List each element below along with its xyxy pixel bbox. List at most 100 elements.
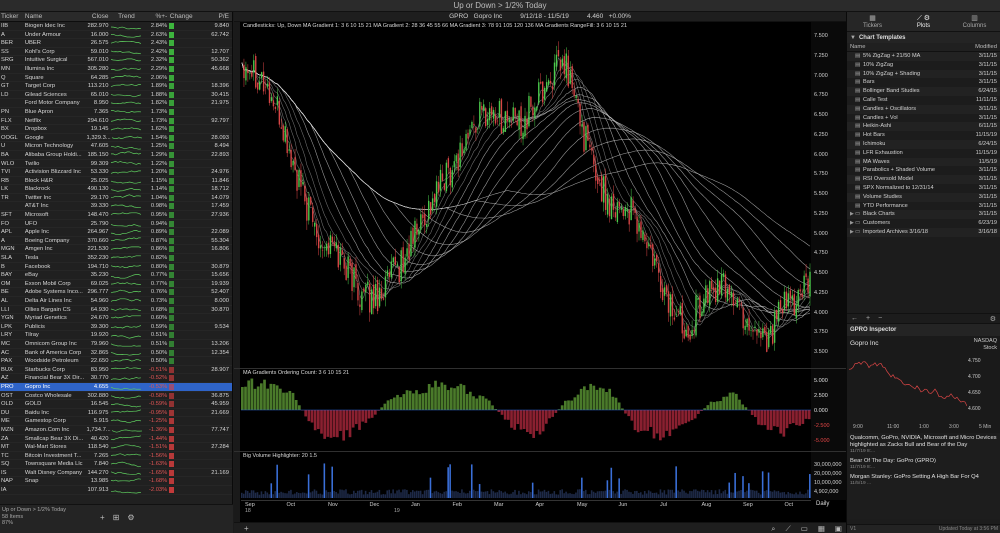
add-chart-icon[interactable]: + (244, 524, 249, 533)
watchlist-row[interactable]: ZA Smallcap Bear 3X Di... 40.420 -1.44% (0, 435, 232, 444)
watchlist-row[interactable]: BUX Starbucks Corp 83.950 -0.51% 28.907 (0, 366, 232, 375)
inspector-interval[interactable]: 5 Min (979, 424, 991, 430)
watchlist-row[interactable]: PRO Gopro Inc 4.655 -0.53% (0, 382, 232, 392)
ordering-pane[interactable]: MA Gradients Ordering Count: 3 6 10 15 2… (241, 369, 811, 451)
settings-icon[interactable]: ⊞ (113, 513, 120, 522)
watchlist-row[interactable]: LPK Publicis 39.300 0.59% 9.534 (0, 323, 232, 332)
watchlist-row[interactable]: SS Kohl's Corp 59.010 2.42% 12.707 (0, 48, 232, 57)
watchlist-row[interactable]: BX Dropbox 19.145 1.62% (0, 125, 232, 134)
watchlist-row[interactable]: OOGL Google 1,329.3... 1.54% 28.093 (0, 134, 232, 143)
watchlist-row[interactable]: BAY eBay 35.230 0.77% 15.656 (0, 271, 232, 280)
drawing-tool-icon[interactable]: ⟋ (785, 524, 790, 533)
template-item[interactable]: ▤ 10% ZigZag + Shading 3/11/15 (847, 69, 1000, 79)
template-item[interactable]: ▤ MA Waves 11/5/19 (847, 157, 1000, 167)
add-icon[interactable]: + (100, 513, 105, 522)
watchlist-row[interactable]: PAX Woodside Petroleum 22.650 0.50% (0, 357, 232, 366)
toggle-panel-icon[interactable]: ▣ (835, 524, 842, 533)
watchlist-row[interactable]: AC Bank of America Corp 32.865 0.50% 12.354 (0, 349, 232, 358)
template-item[interactable]: ▤ Bars 3/11/15 (847, 78, 1000, 87)
template-item[interactable]: ▤ Heikin-Ashi 6/11/15 (847, 122, 1000, 132)
watchlist-row[interactable]: AT&T Inc 39.330 0.98% 17.459 (0, 202, 232, 212)
watchlist-row[interactable]: DU Baidu Inc 116.975 -0.95% 21.669 (0, 409, 232, 418)
news-item[interactable]: Morgan Stanley: GoPro Setting A High Bar… (850, 474, 997, 487)
watchlist-row[interactable]: MGN Amgen Inc 221.530 0.86% 16.806 (0, 245, 232, 255)
watchlist-row[interactable]: NAP Snap 13.985 -1.68% (0, 477, 232, 487)
watchlist-row[interactable]: FO UFO 25.790 0.94% (0, 220, 232, 229)
watchlist-row[interactable]: BE Adobe Systems Inco... 296.777 0.76% 52.40… (0, 288, 232, 297)
volume-chart[interactable] (241, 452, 811, 500)
tab-plots[interactable]: ⟋ ⚙ Plots (898, 12, 949, 31)
remove-icon[interactable]: − (878, 315, 882, 322)
watchlist-row[interactable]: GT Target Corp 113.210 1.89% 18.396 (0, 82, 232, 91)
watchlist-row[interactable]: RB Block H&R 25.025 1.15% 11.846 (0, 177, 232, 186)
watchlist-row[interactable]: U Micron Technology 47.605 1.25% 8.494 (0, 142, 232, 151)
disclosure-triangle-icon[interactable]: ▼ (850, 35, 856, 41)
watchlist-row[interactable]: TVI Activision Blizzard Inc 53.330 1.20% 24.… (0, 168, 232, 177)
tab-columns[interactable]: ▥ Columns (949, 12, 1000, 31)
intraday-chart[interactable] (849, 354, 967, 422)
column-modified[interactable]: Modified (975, 43, 997, 51)
watchlist-row[interactable]: BA Alibaba Group Holdi... 185.150 1.29% 22.8… (0, 151, 232, 160)
gear-icon[interactable]: ⚙ (990, 315, 996, 323)
column-template-name[interactable]: Name (850, 43, 975, 51)
column-ticker[interactable]: Ticker (0, 12, 24, 21)
watchlist-row[interactable]: SLA Tesla 352.230 0.82% (0, 254, 232, 263)
template-item[interactable]: ▤ Candles + Vol 3/11/15 (847, 114, 1000, 123)
watchlist-row[interactable]: MN Illumina Inc 305.280 2.29% 45.668 (0, 65, 232, 74)
chart-templates-section[interactable]: ▼ Chart Templates (847, 32, 1000, 43)
watchlist-row[interactable]: SQ Townsquare Media Llc 7.840 -1.63% (0, 460, 232, 469)
price-y-axis[interactable]: 7.500 7.250 7.000 6.750 6.500 6.250 6.000 5.750… (811, 22, 846, 368)
watchlist-row[interactable]: MT Wal-Mart Stores 118.540 -1.51% 27.284 (0, 443, 232, 452)
template-item[interactable]: ▤ Volume Studies 3/11/15 (847, 192, 1000, 202)
tab-tickers[interactable]: ▦ Tickers (847, 12, 898, 31)
watchlist-row[interactable]: PN Blue Apron 7.365 1.73% (0, 108, 232, 117)
template-item[interactable]: ▤ Ichimoku 6/24/15 (847, 139, 1000, 149)
price-pane[interactable]: Candlesticks: Up, Down MA Gradient 1: 3 … (241, 22, 811, 368)
price-chart[interactable] (241, 22, 811, 368)
collapse-icon[interactable]: ← (851, 315, 858, 322)
watchlist-row[interactable]: WLO Twilio 99.309 1.22% (0, 160, 232, 169)
template-item[interactable]: ▤ Hot Bars 11/15/19 (847, 131, 1000, 140)
news-item[interactable]: Qualcomm, GoPro, NVIDIA, Microsoft and M… (850, 435, 997, 455)
period-label[interactable]: Daily (816, 501, 829, 507)
add-icon[interactable]: + (866, 315, 870, 322)
watchlist-row[interactable]: A Under Armour 16.000 2.63% 62.742 (0, 31, 232, 40)
watchlist-row[interactable]: LLI Ollies Bargain CS 64.930 0.68% 30.870 (0, 306, 232, 315)
watchlist-row[interactable]: LRY Tilray 19.920 0.51% (0, 331, 232, 340)
template-folder[interactable]: ▶ ▭ Customers 6/23/19 (847, 219, 1000, 228)
template-item[interactable]: ▤ Candles + Oscillators 3/11/15 (847, 104, 1000, 114)
watchlist-row[interactable]: Ford Motor Company 8.950 1.82% 21.975 (0, 99, 232, 108)
column-pct-change[interactable]: %+- (143, 12, 168, 21)
template-item[interactable]: ▤ LFR Exhaustion 11/15/19 (847, 149, 1000, 158)
ordering-y-axis[interactable]: 5.000 2.500 0.000 -2.500 -5.000 (811, 369, 846, 451)
watchlist-row[interactable]: OLD GOLD 16.545 -0.59% 45.959 (0, 400, 232, 409)
column-trend[interactable]: Trend (110, 12, 144, 21)
watchlist-row[interactable]: APL Apple Inc 264.967 0.89% 22.089 (0, 228, 232, 237)
column-pe[interactable]: P/E (194, 12, 232, 21)
watchlist-row[interactable]: Q Square 64.285 2.06% (0, 74, 232, 83)
watchlist-row[interactable]: OST Costco Wholesale 302.880 -0.58% 36.875 (0, 392, 232, 401)
watchlist-row[interactable]: AL Delta Air Lines Inc 54.960 0.73% 8.000 (0, 297, 232, 306)
column-change[interactable]: Change (168, 12, 194, 21)
column-close[interactable]: Close (87, 12, 110, 21)
ordering-chart[interactable] (241, 369, 811, 451)
watchlist-row[interactable]: YGN Myriad Genetics 24.670 0.60% (0, 314, 232, 323)
news-item[interactable]: Bear Of The Day: GoPro (GPRO) 11/7/19 8:.… (850, 458, 997, 471)
watchlist-row[interactable]: SFT Microsoft 148.470 0.95% 27.936 (0, 211, 232, 220)
template-item[interactable]: ▤ RSI Oversold Model 3/11/15 (847, 175, 1000, 184)
watchlist-row[interactable]: FLX Netflix 294.610 1.73% 92.797 (0, 117, 232, 126)
template-item[interactable]: ▤ 10% ZigZag 3/11/15 (847, 61, 1000, 70)
watchlist-row[interactable]: OM Exxon Mobil Corp 69.025 0.77% 19.939 (0, 280, 232, 289)
watchlist-row[interactable]: ME Gamestop Corp 5.915 -1.25% (0, 417, 232, 426)
watchlist-row[interactable]: IS Walt Disney Company 144.270 -1.65% 21.169 (0, 469, 232, 478)
watchlist-row[interactable]: B Facebook 194.710 0.80% 30.879 (0, 263, 232, 272)
template-item[interactable]: ▤ Parabolics + Shaded Volume 3/11/15 (847, 166, 1000, 175)
watchlist-row[interactable]: IA 107.913 -2.03% (0, 486, 232, 495)
template-item[interactable]: ▤ YTD Performance 3/11/15 (847, 202, 1000, 211)
chart-type-icon[interactable]: ▭ (801, 524, 808, 533)
template-folder[interactable]: ▶ ▭ Black Charts 3/11/15 (847, 210, 1000, 220)
search-icon[interactable]: ⌕ (771, 524, 775, 533)
layout-icon[interactable]: ▦ (818, 524, 825, 533)
watchlist-row[interactable]: AZ Financial Bear 3X Dir... 30.770 -0.52% (0, 374, 232, 383)
template-item[interactable]: ▤ SPX Normalized to 12/31/14 3/11/15 (847, 184, 1000, 193)
